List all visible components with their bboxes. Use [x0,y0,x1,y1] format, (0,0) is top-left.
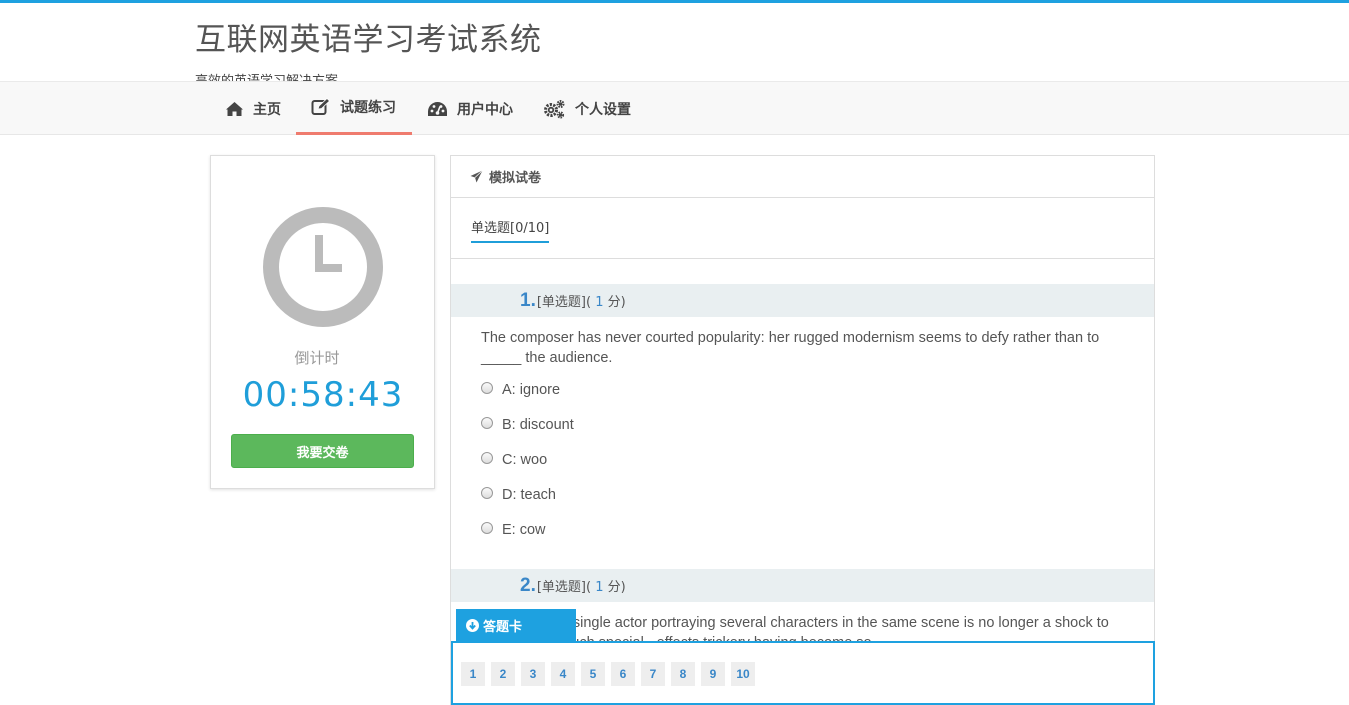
edit-icon [311,98,331,115]
dashboard-icon [428,101,447,116]
question-header: 1. [单选题] ( 1 分) [451,284,1154,317]
arrow-circle-down-icon [466,619,479,632]
nav-label-home: 主页 [253,101,281,118]
option-label: D: teach [502,487,556,503]
answer-card-number[interactable]: 7 [641,662,665,686]
answer-card-toggle[interactable]: 答题卡 [456,609,576,642]
answer-card-number[interactable]: 8 [671,662,695,686]
question-header: 2. [单选题] ( 1 分) [451,569,1154,602]
answer-card-number[interactable]: 6 [611,662,635,686]
radio-button[interactable] [481,522,493,534]
option-label: B: discount [502,417,574,433]
option-d[interactable]: D: teach [481,487,556,503]
question-points: 1 [595,580,604,595]
site-title: 互联网英语学习考试系统 [195,22,542,58]
tab-single-choice[interactable]: 单选题[0/10] [471,217,550,243]
answer-card-panel: 1 2 3 4 5 6 7 8 9 10 [451,641,1155,705]
home-icon [226,101,243,116]
answer-card-number[interactable]: 9 [701,662,725,686]
countdown-panel: 倒计时 00:58:43 我要交卷 [210,155,435,489]
nav-label-practice: 试题练习 [340,100,396,116]
option-label: A: ignore [502,382,561,398]
nav-item-user-center[interactable]: 用户中心 [427,82,513,135]
question-score: ( 1 分) [586,580,626,595]
submit-exam-button[interactable]: 我要交卷 [231,434,414,468]
option-label: C: woo [502,452,548,468]
answer-card-number[interactable]: 5 [581,662,605,686]
question-type: [单选题] [536,580,587,595]
nav-label-settings: 个人设置 [575,101,631,118]
question-type-tabs: 单选题[0/10] [451,198,1154,259]
brand-header: 互联网英语学习考试系统 高效的英语学习解决方案 [195,14,542,89]
question-type: [单选题] [536,295,587,310]
radio-button[interactable] [481,382,493,394]
radio-button[interactable] [481,452,493,464]
option-e[interactable]: E: cow [481,522,546,538]
paper-title: 模拟试卷 [489,171,542,186]
question-number: 1. [520,289,536,311]
question-points: 1 [595,295,604,310]
nav-label-user-center: 用户中心 [457,101,513,118]
answer-card-label: 答题卡 [483,620,523,635]
nav-item-settings[interactable]: 个人设置 [543,82,631,135]
option-b[interactable]: B: discount [481,417,574,433]
nav-item-home[interactable]: 主页 [225,82,281,135]
clock-icon [263,207,383,327]
radio-button[interactable] [481,417,493,429]
option-label: E: cow [502,522,546,538]
main-navbar: 主页 试题练习 用户中心 个人设置 [0,81,1349,135]
countdown-label: 倒计时 [294,349,340,367]
answer-card-number[interactable]: 2 [491,662,515,686]
answer-card-number[interactable]: 10 [731,662,755,686]
question-score: ( 1 分) [586,295,626,310]
answer-card-number[interactable]: 3 [521,662,545,686]
option-a[interactable]: A: ignore [481,382,560,398]
gears-icon [544,99,565,119]
question-number: 2. [520,574,536,596]
nav-item-practice[interactable]: 试题练习 [296,82,412,135]
option-c[interactable]: C: woo [481,452,547,468]
answer-card-number[interactable]: 4 [551,662,575,686]
radio-button[interactable] [481,487,493,499]
paper-header: 模拟试卷 [451,156,1154,198]
countdown-value: 00:58:43 [242,375,404,415]
top-accent-bar [0,0,1349,3]
paper-plane-icon [470,170,483,183]
answer-card-number[interactable]: 1 [461,662,485,686]
question-text: The composer has never courted popularit… [481,330,1100,366]
